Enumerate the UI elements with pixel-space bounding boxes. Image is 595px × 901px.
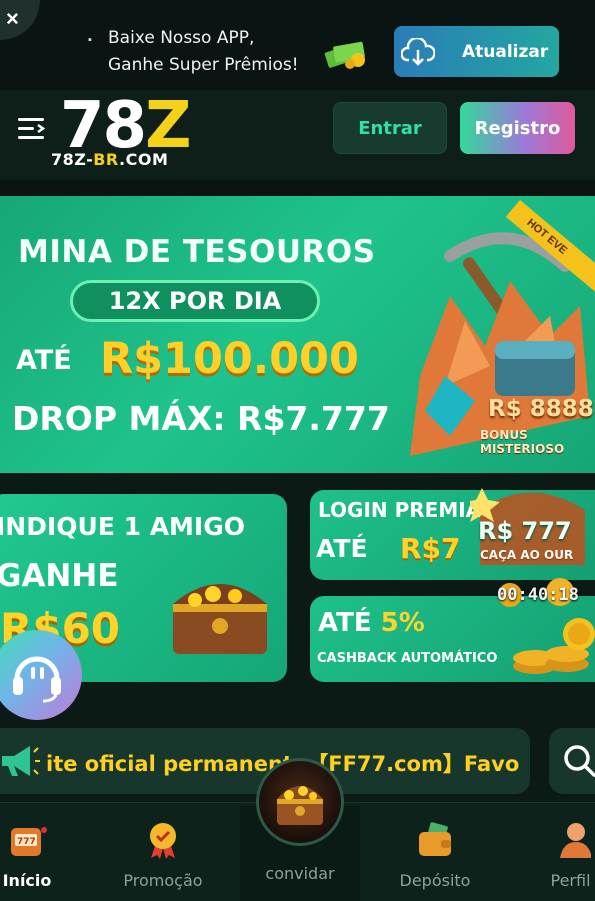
logo[interactable]: 78Z (60, 94, 191, 158)
login-reward-ate: ATÉ (316, 534, 368, 563)
hero-drop: DROP MÁX: R$7.777 (12, 399, 390, 438)
nav-label-promocao[interactable]: Promoção (118, 871, 208, 890)
invite-line-1: INDIQUE 1 AMIGO (0, 512, 246, 541)
svg-text:777: 777 (17, 837, 36, 847)
logo-domain-suffix: .COM (119, 150, 169, 169)
widget-amount: R$ 777 (478, 517, 572, 545)
update-button[interactable]: Atualizar (394, 26, 559, 77)
app-download-bar: × ▪ Baixe Nosso APP, Ganhe Super Prêmios… (0, 0, 595, 90)
search-icon (564, 745, 595, 777)
cashback-ate: ATÉ (318, 608, 372, 638)
invite-line-2: GANHE (0, 558, 119, 594)
close-icon[interactable]: × (6, 6, 19, 31)
update-label[interactable]: Atualizar (462, 42, 548, 62)
nav-center-button[interactable] (256, 758, 344, 846)
treasure-chest-icon (277, 786, 323, 825)
customer-support-button[interactable] (0, 630, 82, 720)
nav-item-deposito[interactable]: Depósito (392, 820, 478, 890)
hero-banner[interactable]: MINA DE TESOUROS 12X POR DIA ATÉ R$100.0… (0, 196, 595, 473)
logo-domain: 78Z-BR.COM (51, 150, 168, 169)
cloud-download-icon (394, 26, 442, 77)
cashback-line-2: CASHBACK AUTOMÁTICO (317, 651, 498, 666)
treasure-chest-icon (173, 584, 267, 654)
login-reward-amount: R$7 (400, 532, 461, 565)
bonus-amount: R$ 8888 (488, 396, 594, 422)
user-icon (559, 823, 592, 858)
widget-label: CAÇA AO OUR (480, 548, 574, 562)
money-stack-icon (324, 41, 365, 69)
login-button[interactable]: Entrar (333, 102, 447, 154)
divider (0, 180, 595, 196)
hero-title: MINA DE TESOUROS (18, 234, 376, 270)
nav-label-convidar[interactable]: convidar (258, 864, 342, 883)
megaphone-icon (2, 746, 40, 776)
hero-ate: ATÉ (16, 345, 72, 376)
nav-label-deposito[interactable]: Depósito (392, 871, 478, 890)
nav-item-promocao[interactable]: Promoção (118, 820, 208, 890)
close-banner-button[interactable]: × (0, 0, 40, 40)
page: × ▪ Baixe Nosso APP, Ganhe Super Prêmios… (0, 0, 595, 901)
bonus-label: BONUS MISTERIOSO (480, 428, 565, 456)
nav-item-perfil[interactable]: Perfil (546, 820, 595, 890)
cashback-line-1: ATÉ 5% (318, 608, 425, 638)
logo-domain-prefix: 78Z- (51, 150, 94, 169)
wallet-icon (419, 822, 451, 856)
headset-icon (13, 656, 61, 703)
widget-timer: 00:40:18 (497, 585, 579, 605)
nav-label-inicio[interactable]: Início (2, 871, 52, 890)
hero-pill: 12X POR DIA (70, 280, 320, 322)
menu-icon[interactable] (18, 116, 46, 142)
login-reward-line-1: LOGIN PREMIA (318, 498, 482, 522)
slot-machine-icon: 777 (11, 827, 47, 856)
register-button[interactable]: Registro (460, 102, 575, 154)
search-button[interactable] (549, 728, 595, 794)
promo-line-1: Baixe Nosso APP, (108, 28, 255, 48)
cashback-percent: 5% (380, 608, 425, 638)
promo-line-2: Ganhe Super Prêmios! (108, 55, 299, 75)
nav-label-perfil[interactable]: Perfil (546, 871, 595, 890)
coins-icon (513, 618, 595, 674)
hero-amount: R$100.000 (100, 334, 359, 384)
medal-icon (150, 823, 176, 859)
nav-item-inicio[interactable]: 777 Início (2, 820, 52, 890)
bullet-icon: ▪ (88, 34, 92, 46)
logo-domain-highlight: BR (93, 150, 120, 169)
